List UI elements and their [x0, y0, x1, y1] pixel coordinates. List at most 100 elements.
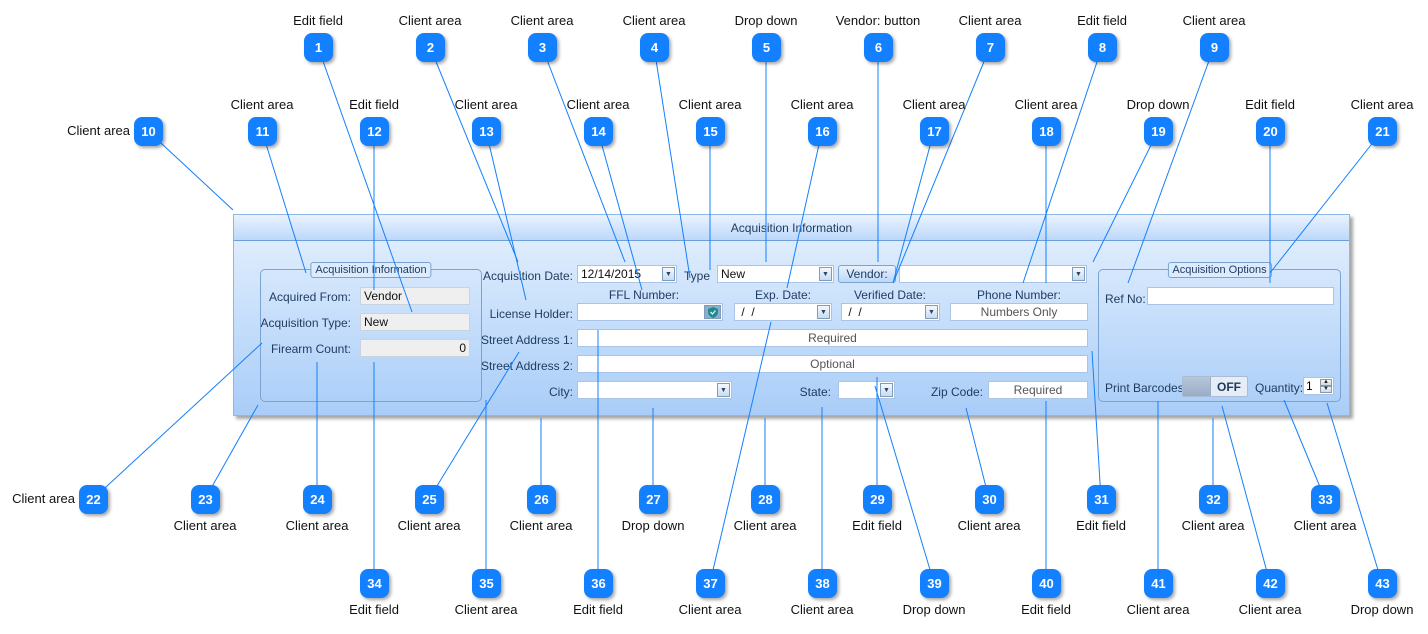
callout-label-10: Client area: [67, 123, 130, 138]
state-dropdown[interactable]: ▼: [838, 381, 895, 399]
callout-label-27: Drop down: [621, 518, 685, 533]
vendor-button[interactable]: Vendor:: [838, 265, 896, 283]
callout-label-18: Client area: [1014, 97, 1078, 112]
callout-label-35: Client area: [454, 602, 518, 617]
verified-date-header: Verified Date:: [853, 288, 927, 302]
shield-check-icon[interactable]: [704, 305, 721, 319]
type-dropdown[interactable]: New ▼: [717, 265, 834, 283]
callout-badge-22: 22: [79, 485, 108, 514]
callout-label-41: Client area: [1126, 602, 1190, 617]
callout-label-31: Edit field: [1076, 518, 1126, 533]
callout-badge-32: 32: [1199, 485, 1228, 514]
quantity-stepper[interactable]: 1 ▲ ▼: [1303, 377, 1334, 395]
callout-badge-8: 8: [1088, 33, 1117, 62]
exp-date-value: / /: [738, 305, 755, 319]
callout-label-32: Client area: [1181, 518, 1245, 533]
callout-badge-41: 41: [1144, 569, 1173, 598]
callout-badge-11: 11: [248, 117, 277, 146]
callout-label-4: Client area: [622, 13, 686, 28]
spin-up-icon[interactable]: ▲: [1320, 379, 1332, 386]
ref-no-field[interactable]: [1147, 287, 1334, 305]
callout-label-6: Vendor: button: [835, 13, 921, 28]
callout-badge-37: 37: [696, 569, 725, 598]
acquisition-date-value: 12/14/2015: [581, 267, 642, 281]
street-address-1-label: Street Address 1:: [480, 333, 573, 347]
callout-badge-1: 1: [304, 33, 333, 62]
street-address-2-label: Street Address 2:: [480, 359, 573, 373]
firearm-count-field[interactable]: 0: [360, 339, 470, 357]
callout-badge-35: 35: [472, 569, 501, 598]
callout-badge-34: 34: [360, 569, 389, 598]
verified-date-value: / /: [845, 305, 862, 319]
callout-badge-36: 36: [584, 569, 613, 598]
callout-badge-5: 5: [752, 33, 781, 62]
callout-badge-23: 23: [191, 485, 220, 514]
chevron-down-icon[interactable]: ▼: [662, 267, 675, 281]
vendor-button-label: Vendor:: [846, 267, 888, 281]
quantity-label: Quantity:: [1255, 381, 1304, 395]
street-address-2-field[interactable]: Optional: [577, 355, 1088, 373]
type-label: Type: [684, 269, 711, 283]
vendor-dropdown[interactable]: ▼: [899, 265, 1087, 283]
spin-down-icon[interactable]: ▼: [1320, 386, 1332, 393]
zip-code-label: Zip Code:: [930, 385, 983, 399]
phone-number-field[interactable]: Numbers Only: [950, 303, 1088, 321]
verified-date-picker[interactable]: / / ▼: [841, 303, 940, 321]
callout-badge-20: 20: [1256, 117, 1285, 146]
callout-label-17: Client area: [902, 97, 966, 112]
acquisition-type-label: Acquisition Type:: [260, 316, 352, 330]
callout-badge-31: 31: [1087, 485, 1116, 514]
print-barcodes-toggle[interactable]: OFF: [1182, 376, 1248, 397]
callout-label-21: Client area: [1350, 97, 1414, 112]
acquisition-panel: Acquisition Information Acquisition Info…: [233, 214, 1350, 416]
callout-label-43: Drop down: [1350, 602, 1414, 617]
chevron-down-icon[interactable]: ▼: [880, 383, 893, 397]
callout-label-2: Client area: [398, 13, 462, 28]
callout-label-11: Client area: [230, 97, 294, 112]
acquired-from-field[interactable]: Vendor: [360, 287, 470, 305]
callout-label-33: Client area: [1293, 518, 1357, 533]
callout-label-38: Client area: [790, 602, 854, 617]
callout-badge-26: 26: [527, 485, 556, 514]
acquisition-date-picker[interactable]: 12/14/2015 ▼: [577, 265, 677, 283]
callout-badge-25: 25: [415, 485, 444, 514]
callout-label-24: Client area: [285, 518, 349, 533]
chevron-down-icon[interactable]: ▼: [1072, 267, 1085, 281]
city-dropdown[interactable]: ▼: [577, 381, 732, 399]
ffl-number-header: FFL Number:: [608, 288, 680, 302]
street-address-1-field[interactable]: Required: [577, 329, 1088, 347]
toggle-knob[interactable]: [1183, 377, 1211, 396]
chevron-down-icon[interactable]: ▼: [717, 383, 730, 397]
acquisition-type-field[interactable]: New: [360, 313, 470, 331]
callout-label-28: Client area: [733, 518, 797, 533]
callout-badge-14: 14: [584, 117, 613, 146]
panel-title: Acquisition Information: [234, 215, 1349, 241]
callout-label-3: Client area: [510, 13, 574, 28]
city-label: City:: [549, 385, 573, 399]
callout-badge-2: 2: [416, 33, 445, 62]
callout-label-37: Client area: [678, 602, 742, 617]
street-address-1-placeholder: Required: [808, 331, 857, 345]
callout-badge-42: 42: [1256, 569, 1285, 598]
chevron-down-icon[interactable]: ▼: [925, 305, 938, 319]
callout-badge-6: 6: [864, 33, 893, 62]
chevron-down-icon[interactable]: ▼: [819, 267, 832, 281]
ffl-number-field[interactable]: [577, 303, 723, 321]
state-label: State:: [799, 385, 831, 399]
callout-badge-9: 9: [1200, 33, 1229, 62]
callout-badge-33: 33: [1311, 485, 1340, 514]
toggle-state: OFF: [1217, 379, 1241, 394]
callout-badge-28: 28: [751, 485, 780, 514]
callout-label-22: Client area: [12, 491, 75, 506]
callout-badge-39: 39: [920, 569, 949, 598]
callout-label-16: Client area: [790, 97, 854, 112]
exp-date-picker[interactable]: / / ▼: [734, 303, 832, 321]
zip-code-field[interactable]: Required: [988, 381, 1088, 399]
callout-label-29: Edit field: [852, 518, 902, 533]
callout-badge-38: 38: [808, 569, 837, 598]
callout-badge-27: 27: [639, 485, 668, 514]
phone-number-placeholder: Numbers Only: [980, 305, 1058, 319]
callout-label-23: Client area: [173, 518, 237, 533]
chevron-down-icon[interactable]: ▼: [817, 305, 830, 319]
callout-label-25: Client area: [397, 518, 461, 533]
